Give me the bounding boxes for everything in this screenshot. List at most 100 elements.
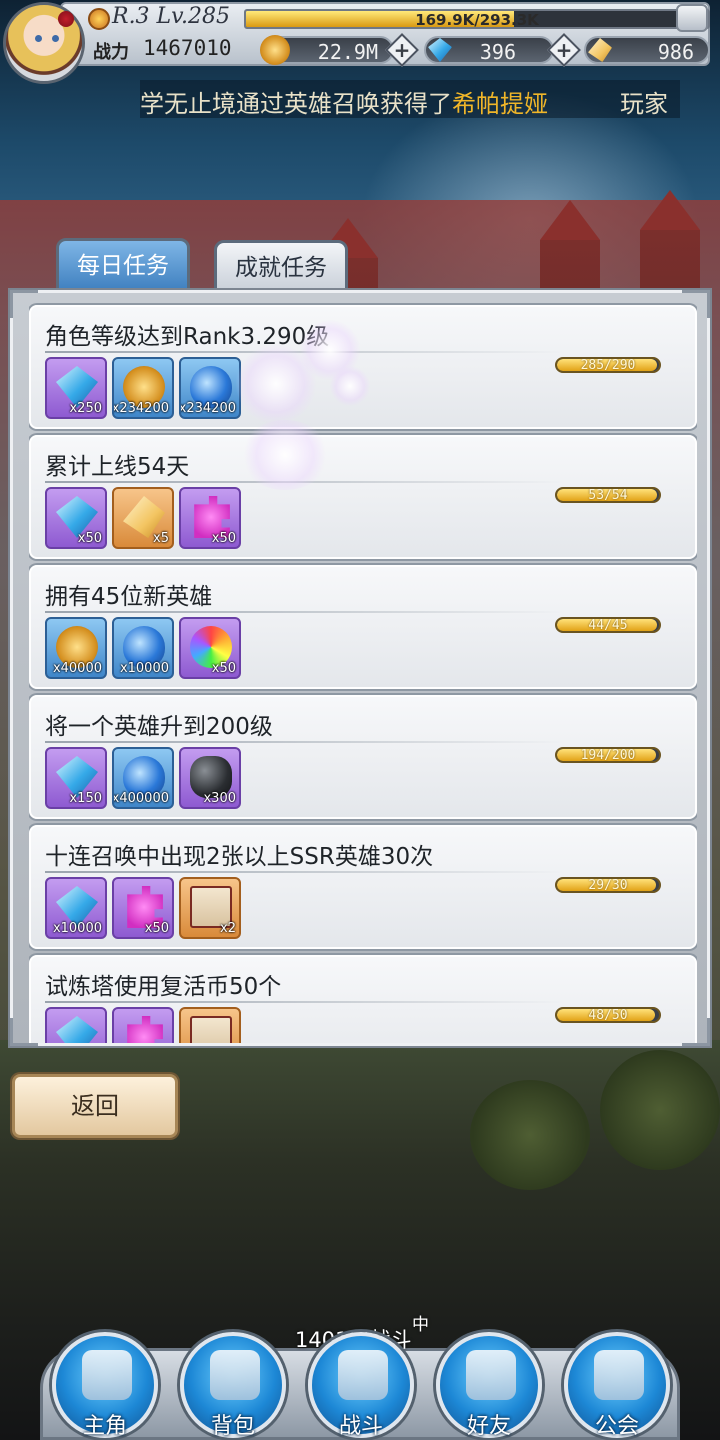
achievement-progress: 29/30 — [555, 877, 661, 893]
reward-slot[interactable]: x2 — [179, 877, 241, 939]
top-hud: R.3 Lv.285 169.9K/293.3K 战力 1467010 22.9… — [0, 0, 720, 84]
announcement-text: 学无止境通过英雄召唤获得了希帕提娅 — [140, 84, 548, 118]
crystal-resource: 986 — [584, 36, 710, 64]
hero-helmet-icon — [82, 1350, 132, 1400]
achievement-item: 拥有45位新英雄 x40000 x10000 x50 44/45 — [29, 565, 697, 689]
achievement-item: 累计上线54天 x50 x5 x50 53/54 — [29, 435, 697, 559]
stage-status-sup: 中 — [412, 1315, 429, 1335]
nav-friends-button[interactable]: 好友 — [436, 1332, 542, 1439]
nav-label: 战斗 — [338, 1414, 383, 1439]
diamond-icon — [428, 38, 452, 62]
guild-crest-icon — [594, 1350, 644, 1400]
nav-label: 好友 — [466, 1414, 511, 1439]
gold-value: 22.9M — [317, 40, 378, 64]
nav-label: 公会 — [594, 1414, 639, 1439]
diamond-resource: 396 — [424, 36, 554, 64]
summon-card-icon — [190, 1016, 232, 1043]
reward-slot[interactable]: x234200 — [179, 357, 241, 419]
plus-icon: + — [393, 38, 411, 62]
handshake-icon — [466, 1350, 516, 1400]
reward-qty: x300 — [203, 791, 236, 806]
xp-text: 169.9K/293.3K — [415, 11, 539, 29]
power-value: 1467010 — [143, 36, 232, 60]
nav-backpack-button[interactable]: 背包 — [180, 1332, 286, 1439]
tab-achievement-tasks[interactable]: 成就任务 — [214, 240, 348, 294]
reward-slot[interactable]: x300 — [179, 747, 241, 809]
crystal-icon — [588, 38, 612, 62]
reward-qty: x40000 — [52, 661, 102, 676]
reward-slot[interactable] — [112, 1007, 174, 1043]
progress-text: 29/30 — [588, 878, 628, 893]
reward-slot[interactable]: x10000 — [45, 877, 107, 939]
reward-slot[interactable]: x50 — [112, 877, 174, 939]
reward-qty: x400000 — [112, 791, 169, 806]
progress-text: 53/54 — [588, 488, 628, 503]
reward-qty: x250 — [69, 401, 102, 416]
sparkle-effect — [240, 420, 330, 490]
plus-icon: + — [555, 38, 573, 62]
reward-qty: x5 — [153, 531, 169, 546]
divider — [45, 741, 565, 743]
rank-badge-icon — [88, 8, 110, 30]
reward-slot[interactable]: x50 — [45, 487, 107, 549]
achievement-item: 将一个英雄升到200级 x150 x400000 x300 194/200 — [29, 695, 697, 819]
nav-guild-button[interactable]: 公会 — [564, 1332, 670, 1439]
divider — [45, 871, 565, 873]
reward-qty: x2 — [220, 921, 236, 936]
achievement-panel: 角色等级达到Rank3.290级 x250 x234200 x234200 28… — [10, 290, 710, 1046]
power-label: 战力 — [93, 42, 129, 63]
diamond-icon — [56, 1016, 98, 1043]
reward-slot[interactable]: x50 — [179, 617, 241, 679]
rose-icon — [58, 11, 74, 27]
progress-text: 44/45 — [588, 618, 628, 633]
reward-slot[interactable]: x5 — [112, 487, 174, 549]
reward-slot[interactable]: x250 — [45, 357, 107, 419]
reward-qty: x10000 — [119, 661, 169, 676]
divider — [45, 611, 565, 613]
achievement-item: 十连召唤中出现2张以上SSR英雄30次 x10000 x50 x2 29/30 — [29, 825, 697, 949]
announcement-prefix: 学无止境通过英雄召唤获得了 — [140, 90, 452, 118]
nav-label: 主角 — [82, 1414, 127, 1439]
reward-slot[interactable] — [179, 1007, 241, 1043]
achievement-progress: 53/54 — [555, 487, 661, 503]
reward-qty: x50 — [211, 661, 236, 676]
progress-text: 285/290 — [580, 358, 636, 373]
announcement-marquee: 学无止境通过英雄召唤获得了希帕提娅 玩家 — [140, 80, 680, 118]
puzzle-piece-icon — [127, 1016, 163, 1043]
backpack-icon — [210, 1350, 260, 1400]
gold-resource: 22.9M — [260, 35, 394, 65]
reward-slot[interactable]: x50 — [179, 487, 241, 549]
announcement-suffix: 玩家 — [620, 90, 668, 118]
reward-slot[interactable]: x234200 — [112, 357, 174, 419]
achievement-title: 十连召唤中出现2张以上SSR英雄30次 — [45, 844, 434, 870]
divider — [45, 1001, 565, 1003]
xp-bar: 169.9K/293.3K — [244, 9, 710, 29]
reward-slot[interactable]: x150 — [45, 747, 107, 809]
nav-label: 背包 — [210, 1414, 255, 1439]
reward-slot[interactable]: x400000 — [112, 747, 174, 809]
back-button[interactable]: 返回 — [12, 1074, 178, 1138]
achievement-list[interactable]: 角色等级达到Rank3.290级 x250 x234200 x234200 28… — [29, 303, 697, 1043]
reward-slot[interactable]: x10000 — [112, 617, 174, 679]
nav-battle-button[interactable]: 战斗 — [308, 1332, 414, 1439]
reward-qty: x234200 — [179, 401, 236, 416]
progress-text: 48/50 — [588, 1008, 628, 1023]
player-avatar[interactable] — [3, 2, 85, 84]
achievement-item: 角色等级达到Rank3.290级 x250 x234200 x234200 28… — [29, 305, 697, 429]
nav-hero-button[interactable]: 主角 — [52, 1332, 158, 1439]
diamond-value: 396 — [479, 40, 516, 64]
achievement-title: 试炼塔使用复活币50个 — [45, 974, 282, 1000]
reward-slot[interactable] — [45, 1007, 107, 1043]
achievement-item: 试炼塔使用复活币50个 48/50 — [29, 955, 697, 1043]
crossed-swords-icon — [338, 1350, 388, 1400]
tab-daily-tasks[interactable]: 每日任务 — [56, 238, 190, 294]
achievement-progress: 285/290 — [555, 357, 661, 373]
reward-qty: x50 — [144, 921, 169, 936]
reward-qty: x234200 — [112, 401, 169, 416]
crystal-value: 986 — [657, 40, 694, 64]
sparkle-effect — [330, 366, 370, 406]
achievement-title: 累计上线54天 — [45, 454, 190, 480]
achievement-progress: 48/50 — [555, 1007, 661, 1023]
settings-button[interactable] — [676, 4, 708, 32]
reward-slot[interactable]: x40000 — [45, 617, 107, 679]
